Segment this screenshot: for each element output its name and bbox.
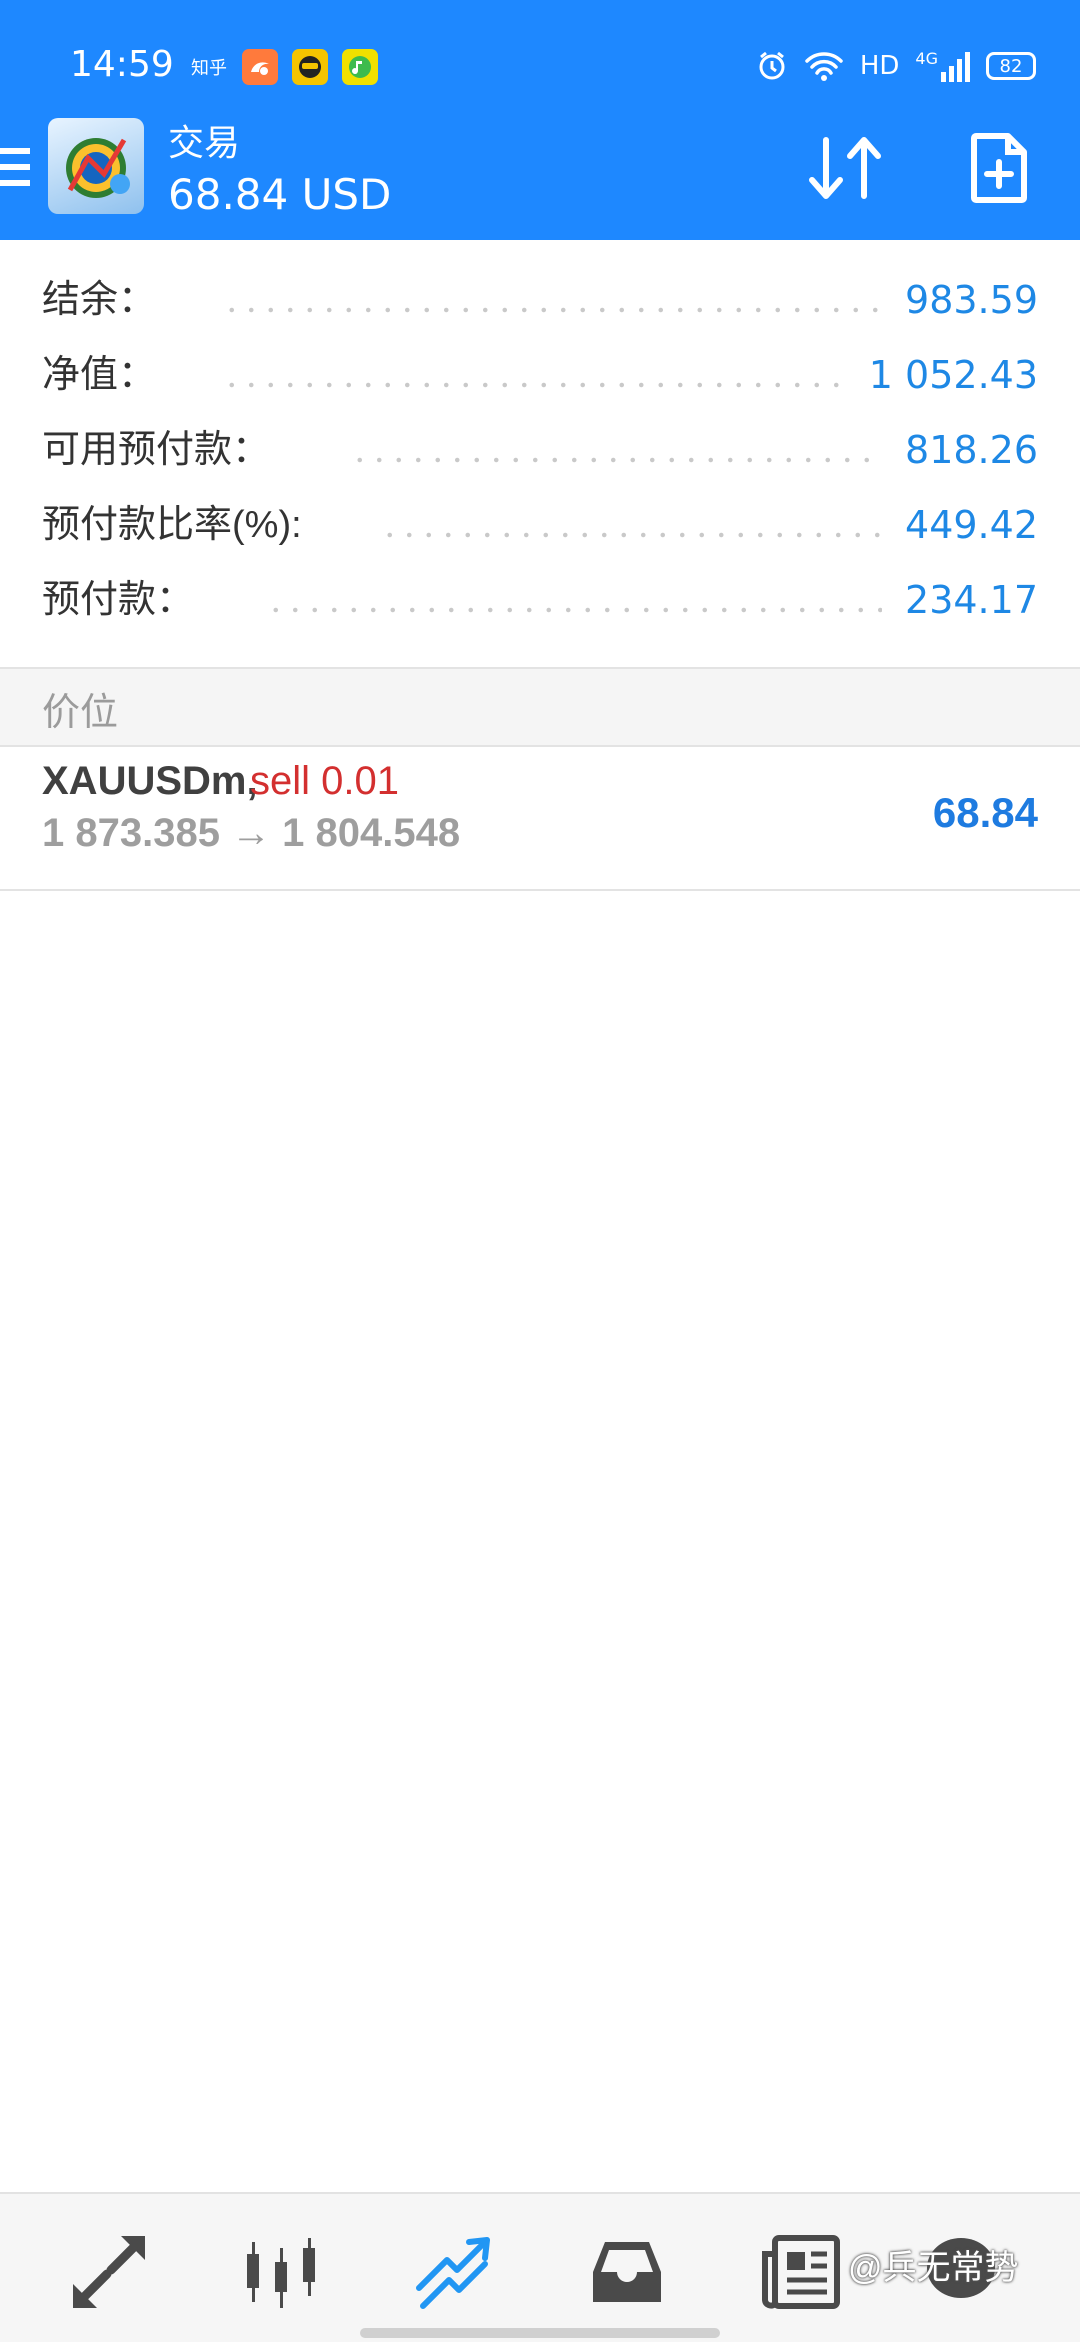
- dot-leader: [222, 307, 882, 313]
- uc-browser-icon: [242, 49, 278, 85]
- section-title: 价位: [42, 692, 119, 734]
- sort-arrows-icon: [809, 137, 881, 199]
- summary-label: 净值：: [42, 345, 167, 405]
- summary-value: 234.17: [905, 578, 1038, 622]
- news-icon: [762, 2235, 840, 2309]
- home-indicator[interactable]: [360, 2328, 720, 2338]
- summary-value: 983.59: [905, 278, 1038, 322]
- game-avatar-icon: [292, 49, 328, 85]
- status-time: 14:59: [70, 44, 174, 85]
- menu-icon[interactable]: [0, 148, 30, 192]
- summary-label: 预付款：: [42, 570, 205, 630]
- qq-music-icon: [342, 49, 378, 85]
- add-document-icon: [971, 133, 1027, 203]
- nav-trade[interactable]: [408, 2232, 498, 2312]
- zhihu-icon: 知乎: [191, 58, 227, 79]
- alarm-icon: [759, 51, 785, 80]
- summary-value: 818.26: [905, 428, 1038, 472]
- hd-label: HD: [859, 51, 900, 81]
- summary-row-free-margin: 可用预付款： 818.26: [0, 420, 1080, 495]
- quotes-arrows-icon: [73, 2236, 145, 2308]
- position-side: sell 0.01: [250, 759, 399, 803]
- summary-label: 预付款比率(%):: [42, 495, 312, 555]
- page-title: 交易: [168, 122, 241, 163]
- position-symbol: XAUUSDm,: [42, 759, 258, 803]
- wifi-icon: [805, 52, 843, 81]
- battery-level: 82: [999, 55, 1023, 77]
- dot-leader: [380, 532, 880, 538]
- nav-news[interactable]: [756, 2232, 846, 2312]
- signal-icon: 4G: [915, 49, 970, 82]
- summary-value: 1 052.43: [868, 353, 1038, 397]
- dot-leader: [266, 607, 882, 613]
- status-indicators: HD 4G 82: [756, 46, 1036, 86]
- nav-chart[interactable]: [236, 2232, 326, 2312]
- new-order-button[interactable]: [970, 132, 1030, 204]
- position-profit: 68.84: [932, 789, 1038, 836]
- position-prices: 1 873.385 → 1 804.548: [42, 811, 461, 855]
- top-bar: 14:59 知乎 HD 4G 82 交易 68.84 USD: [0, 0, 1080, 240]
- inbox-history-icon: [593, 2242, 661, 2302]
- battery-icon: 82: [986, 52, 1036, 80]
- summary-row-margin: 预付款： 234.17: [0, 570, 1080, 645]
- watermark: @兵无常势: [848, 2249, 1019, 2287]
- summary-row-margin-level: 预付款比率(%): 449.42: [0, 495, 1080, 570]
- header-balance: 68.84 USD: [168, 170, 392, 219]
- summary-value: 449.42: [905, 503, 1038, 547]
- network-type-label: 4G: [915, 49, 938, 68]
- dot-leader: [222, 382, 842, 388]
- status-app-icons: 知乎: [190, 48, 378, 86]
- sort-button[interactable]: [806, 134, 886, 202]
- summary-row-equity: 净值： 1 052.43: [0, 345, 1080, 420]
- trade-trend-icon: [416, 2237, 490, 2309]
- summary-label: 可用预付款：: [42, 420, 281, 480]
- dot-leader: [350, 457, 880, 463]
- summary-label: 结余：: [42, 270, 167, 330]
- nav-history[interactable]: [582, 2232, 672, 2312]
- candlestick-icon: [247, 2238, 315, 2308]
- positions-section-header: 价位: [0, 667, 1080, 747]
- summary-row-balance: 结余： 983.59: [0, 270, 1080, 345]
- account-summary: 结余： 983.59 净值： 1 052.43 可用预付款： 818.26 预付…: [0, 270, 1080, 645]
- position-row[interactable]: XAUUSDm, sell 0.01 1 873.385 → 1 804.548…: [0, 745, 1080, 891]
- nav-quotes[interactable]: [64, 2232, 154, 2312]
- metatrader-logo: [48, 118, 144, 214]
